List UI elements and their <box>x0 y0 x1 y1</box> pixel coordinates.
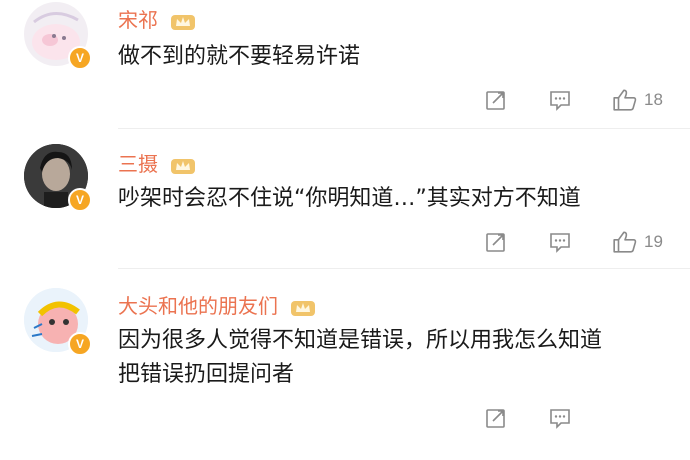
comment-text: 吵架时会忍不住说“你明知道…”其实对方不知道 <box>118 182 581 216</box>
verified-badge: V <box>68 46 92 70</box>
comment-item: V 大头和他的朋友们 因为很多人觉得不知道是错误，所以用我怎么知道 把错误扔回提… <box>0 270 690 460</box>
comment-item: V 宋祁 做不到的就不要轻易许诺 18 <box>0 0 690 130</box>
share-button[interactable] <box>484 230 508 254</box>
like-button[interactable]: 18 <box>612 88 663 112</box>
avatar[interactable]: V <box>24 2 92 70</box>
crown-badge-icon <box>291 300 316 316</box>
crown-badge-icon <box>171 14 196 30</box>
comment-icon <box>550 409 570 429</box>
share-button[interactable] <box>484 406 508 430</box>
share-icon <box>486 409 505 428</box>
verified-badge: V <box>68 332 92 356</box>
comment-actions: 18 <box>0 88 690 112</box>
username-text: 宋祁 <box>118 8 158 32</box>
comment-item: V 三摄 吵架时会忍不住说“你明知道…”其实对方不知道 19 <box>0 130 690 270</box>
comment-text-line: 把错误扔回提问者 <box>118 362 295 387</box>
divider <box>118 128 690 129</box>
share-button[interactable] <box>484 88 508 112</box>
comment-text-line: 吵架时会忍不住说“你明知道…”其实对方不知道 <box>118 186 581 211</box>
comment-icon <box>550 233 570 253</box>
avatar[interactable]: V <box>24 288 92 356</box>
verified-badge: V <box>68 188 92 212</box>
username-text: 三摄 <box>118 152 158 176</box>
thumbs-up-icon <box>613 89 637 111</box>
comment-button[interactable] <box>548 88 572 112</box>
crown-badge-icon <box>171 158 196 174</box>
comment-button[interactable] <box>548 230 572 254</box>
comment-text: 做不到的就不要轻易许诺 <box>118 40 360 74</box>
like-button[interactable]: 19 <box>612 230 663 254</box>
username-text: 大头和他的朋友们 <box>118 294 278 318</box>
username[interactable]: 三摄 <box>118 148 196 177</box>
share-icon <box>486 91 505 110</box>
thumbs-up-icon <box>613 231 637 253</box>
comment-button[interactable] <box>548 406 572 430</box>
username[interactable]: 大头和他的朋友们 <box>118 290 316 319</box>
share-icon <box>486 233 505 252</box>
username[interactable]: 宋祁 <box>118 4 196 33</box>
comment-icon <box>550 91 570 111</box>
comment-actions: 19 <box>0 230 690 254</box>
like-count: 19 <box>644 232 663 251</box>
avatar[interactable]: V <box>24 144 92 212</box>
comment-text-line: 因为很多人觉得不知道是错误，所以用我怎么知道 <box>118 328 603 353</box>
like-count: 18 <box>644 90 663 109</box>
divider <box>118 268 690 269</box>
comment-actions <box>0 406 690 430</box>
comment-text: 因为很多人觉得不知道是错误，所以用我怎么知道 把错误扔回提问者 <box>118 324 602 392</box>
comment-text-line: 做不到的就不要轻易许诺 <box>118 44 361 69</box>
